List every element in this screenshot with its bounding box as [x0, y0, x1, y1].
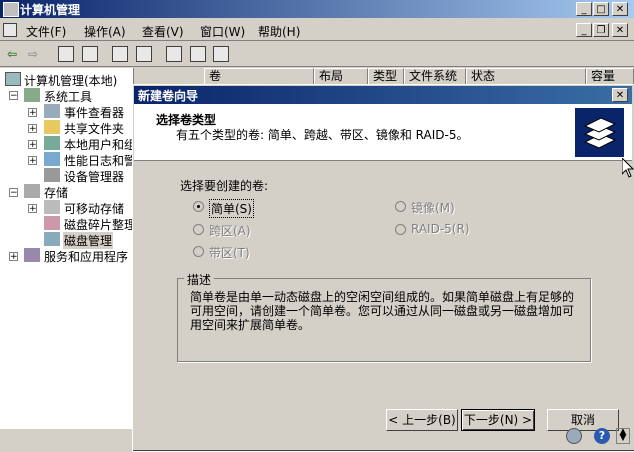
tree-device-manager[interactable]: 设备管理器 — [64, 168, 124, 185]
mdi-close-button[interactable]: ✕ — [612, 23, 628, 37]
wizard-title-bar: 新建卷向导 ✕ — [134, 86, 632, 104]
wizard-title: 新建卷向导 — [138, 89, 199, 103]
next-button[interactable]: 下一步(N) > — [461, 409, 535, 431]
removable-storage-icon — [44, 200, 60, 214]
volume-type-prompt: 选择要创建的卷: — [180, 179, 269, 193]
col-capacity[interactable]: 容量 — [586, 68, 634, 85]
menu-bar: 文件(F) 操作(A) 查看(V) 窗口(W) 帮助(H) _ ❐ ✕ — [0, 20, 634, 41]
radio-spanned[interactable] — [193, 224, 204, 235]
computer-icon — [5, 72, 21, 86]
scroll-arrows-icon[interactable]: ▲ ▼ — [616, 428, 630, 444]
event-viewer-icon — [44, 104, 60, 118]
computer-mgmt-icon — [3, 2, 19, 17]
col-status[interactable]: 状态 — [466, 68, 586, 85]
expand-event-viewer-icon[interactable]: + — [28, 108, 37, 118]
show-hide-tree-icon[interactable] — [82, 46, 98, 62]
close-button[interactable]: ✕ — [612, 2, 628, 16]
network-tray-icon[interactable] — [566, 428, 582, 444]
expand-services-icon[interactable]: + — [9, 252, 18, 262]
menu-view[interactable]: 查看(V) — [142, 23, 184, 40]
tree-defrag[interactable]: 磁盘碎片整理程序 — [64, 216, 132, 233]
mouse-cursor-icon — [622, 158, 634, 178]
perf-icon — [44, 152, 60, 166]
mdi-restore-button[interactable]: ❐ — [593, 23, 609, 37]
cancel-button[interactable]: 取消 — [547, 409, 619, 431]
disk-mgmt-icon — [44, 232, 60, 246]
label-simple[interactable]: 简单(S) — [209, 199, 254, 218]
back-arrow-icon[interactable]: ⇦ — [3, 45, 21, 63]
tree-storage[interactable]: 存储 — [44, 184, 68, 201]
expand-storage-icon[interactable]: − — [9, 188, 18, 198]
maximize-button[interactable]: □ — [593, 2, 609, 16]
expand-shared-folders-icon[interactable]: + — [28, 124, 37, 134]
export-icon[interactable] — [213, 46, 229, 62]
tools-icon — [24, 88, 40, 102]
tree-local-users[interactable]: 本地用户和组 — [64, 136, 132, 153]
refresh-icon[interactable] — [166, 46, 182, 62]
forward-arrow-icon[interactable]: ⇨ — [24, 45, 42, 63]
menu-action[interactable]: 操作(A) — [84, 23, 126, 40]
users-icon — [44, 136, 60, 150]
radio-raid5[interactable] — [395, 224, 406, 235]
label-raid5[interactable]: RAID-5(R) — [411, 222, 470, 236]
mdi-minimize-button[interactable]: _ — [576, 23, 592, 37]
wizard-subheading: 有五个类型的卷: 简单、跨越、带区、镜像和 RAID-5。 — [176, 128, 469, 142]
col-layout[interactable]: 布局 — [314, 68, 368, 85]
minimize-button[interactable]: _ — [576, 2, 592, 16]
wizard-close-button[interactable]: ✕ — [612, 88, 628, 102]
help-tray-icon[interactable]: ? — [594, 428, 610, 444]
wizard-header: 选择卷类型 有五个类型的卷: 简单、跨越、带区、镜像和 RAID-5。 — [134, 104, 632, 161]
description-text: 简单卷是由单一动态磁盘上的空闲空间组成的。如果简单磁盘上有足够的可用空间，请创建… — [190, 290, 575, 332]
description-label: 描述 — [184, 271, 215, 288]
main-title-bar: 计算机管理 _ □ ✕ — [0, 0, 634, 18]
disk-stack-icon — [575, 108, 624, 157]
services-icon — [24, 248, 40, 262]
tree-perf-logs[interactable]: 性能日志和警报 — [64, 152, 132, 169]
menu-file[interactable]: 文件(F) — [26, 23, 66, 40]
tree-disk-mgmt[interactable]: 磁盘管理 — [63, 232, 114, 249]
shared-folder-icon — [44, 120, 60, 134]
menu-help[interactable]: 帮助(H) — [258, 23, 300, 40]
col-type[interactable]: 类型 — [368, 68, 404, 85]
label-spanned[interactable]: 跨区(A) — [209, 222, 251, 239]
tree-root[interactable]: 计算机管理(本地) — [24, 72, 117, 89]
col-volume[interactable]: 卷 — [204, 68, 314, 85]
label-striped[interactable]: 带区(T) — [209, 244, 250, 261]
radio-striped[interactable] — [193, 246, 204, 257]
device-manager-icon — [44, 168, 60, 182]
radio-mirror[interactable] — [395, 201, 406, 212]
settings-icon[interactable] — [190, 46, 206, 62]
col-filesystem[interactable]: 文件系统 — [404, 68, 466, 85]
properties-icon[interactable] — [112, 46, 128, 62]
tree-shared-folders[interactable]: 共享文件夹 — [64, 120, 124, 137]
tree-event-viewer[interactable]: 事件查看器 — [64, 104, 124, 121]
app-icon[interactable] — [3, 23, 17, 37]
up-folder-icon[interactable] — [58, 46, 74, 62]
expand-removable-icon[interactable]: + — [28, 204, 37, 214]
tree-removable-storage[interactable]: 可移动存储 — [64, 200, 124, 217]
toolbar: ⇦ ⇨ — [0, 42, 634, 67]
expand-system-tools-icon[interactable]: − — [9, 91, 18, 101]
help-icon[interactable] — [136, 46, 152, 62]
menu-window[interactable]: 窗口(W) — [200, 23, 245, 40]
storage-icon — [24, 184, 40, 198]
radio-simple[interactable] — [193, 201, 204, 212]
tree-system-tools[interactable]: 系统工具 — [44, 88, 92, 105]
defrag-icon — [44, 216, 60, 230]
window-title: 计算机管理 — [20, 3, 81, 17]
label-mirror[interactable]: 镜像(M) — [411, 199, 455, 216]
back-button[interactable]: < 上一步(B) — [386, 409, 458, 431]
tree-services-apps[interactable]: 服务和应用程序 — [44, 248, 128, 265]
expand-local-users-icon[interactable]: + — [28, 140, 37, 150]
expand-perf-logs-icon[interactable]: + — [28, 156, 37, 166]
